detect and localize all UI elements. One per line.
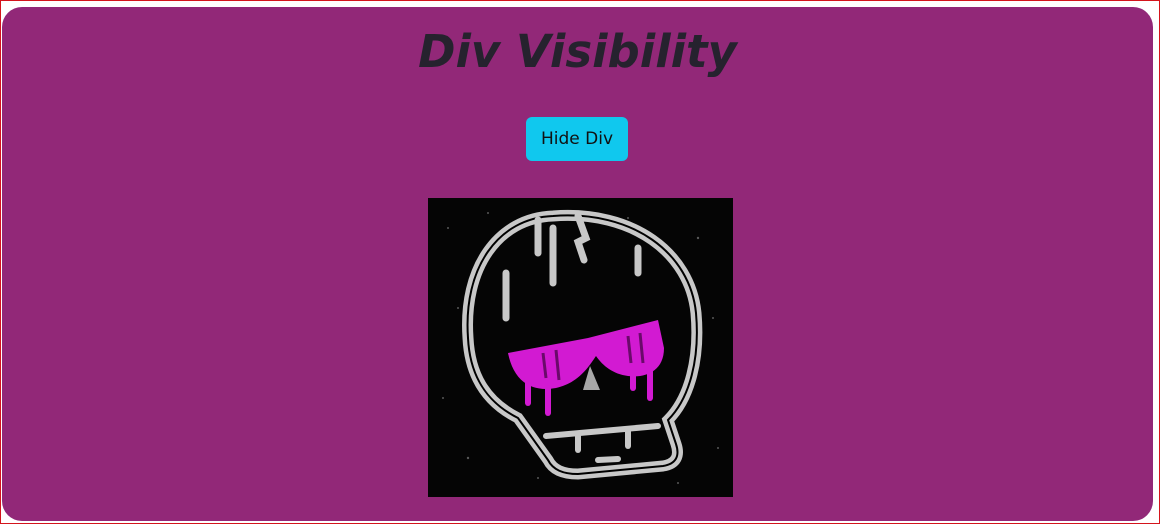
toggled-div xyxy=(428,198,733,497)
main-panel: Div Visibility Hide Div xyxy=(2,7,1153,521)
page-title: Div Visibility xyxy=(418,25,737,78)
hide-div-button[interactable]: Hide Div xyxy=(526,117,628,161)
browser-frame: Div Visibility Hide Div xyxy=(0,0,1160,524)
skull-graffiti-image xyxy=(428,198,733,497)
